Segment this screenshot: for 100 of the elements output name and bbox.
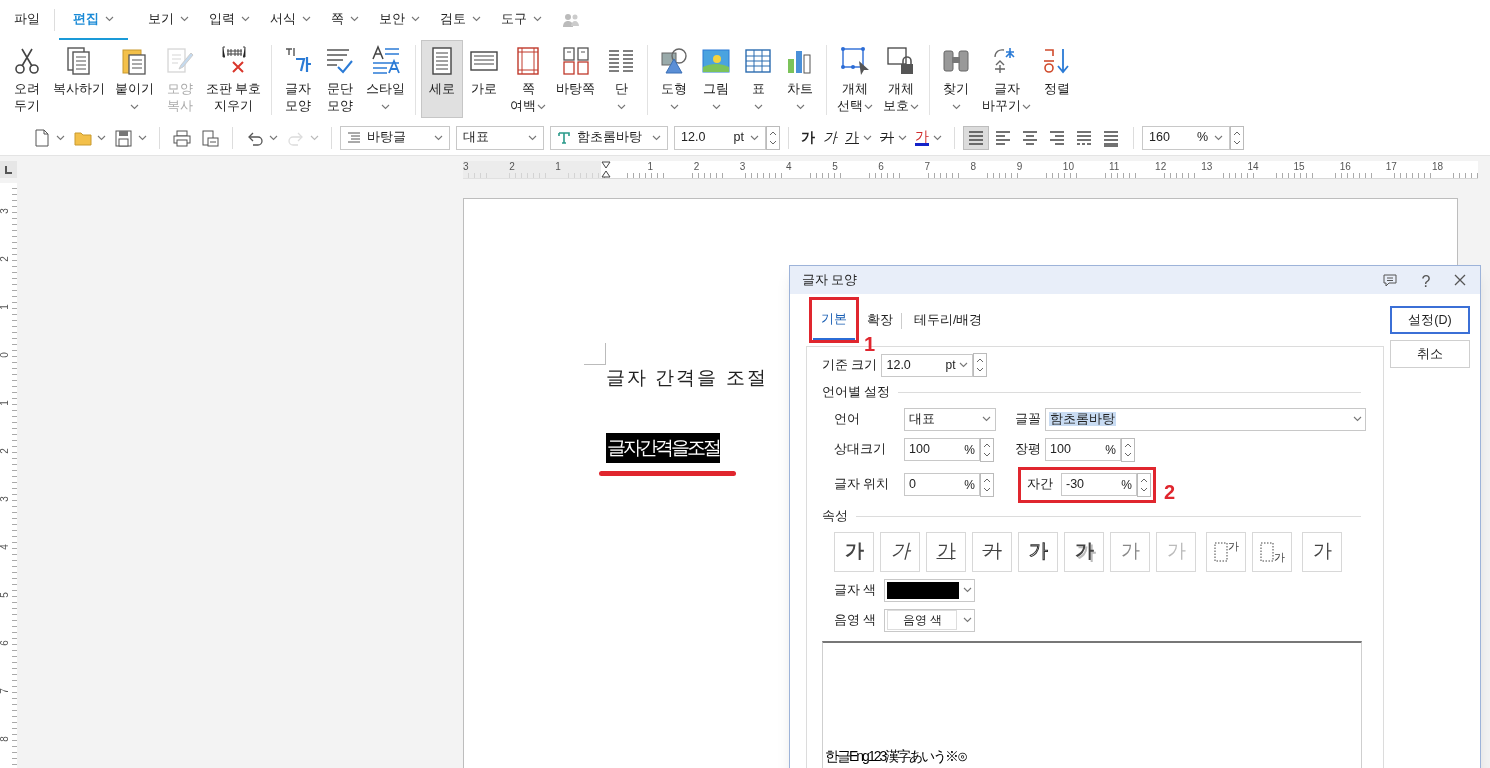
- ribbon-button[interactable]: 글자 바꾸기: [977, 40, 1037, 118]
- unit-label: %: [964, 476, 975, 494]
- menu-tab[interactable]: 서식: [270, 0, 311, 40]
- dialog-tab[interactable]: 테두리/배경: [906, 301, 991, 341]
- menu-tab[interactable]: 도구: [501, 0, 542, 40]
- section-header: 언어별 설정: [822, 384, 891, 401]
- font-dropdown[interactable]: 함초롬바탕: [1045, 407, 1366, 431]
- dialog-tab[interactable]: 기본: [813, 300, 855, 340]
- menu-tab[interactable]: 입력: [209, 0, 250, 40]
- people-icon: [562, 12, 580, 28]
- ribbon-button[interactable]: 그림: [695, 40, 738, 118]
- number-field[interactable]: 100 %: [1045, 438, 1121, 462]
- field-value: 100: [1050, 441, 1072, 459]
- dialog-button[interactable]: 취소: [1390, 340, 1470, 368]
- ribbon-button[interactable]: 정렬: [1036, 40, 1079, 118]
- attribute-button[interactable]: 가: [926, 531, 966, 572]
- attribute-button[interactable]: 가: [972, 531, 1012, 572]
- ruler-number: 5: [0, 592, 10, 598]
- ribbon-button[interactable]: 스타일: [361, 40, 411, 118]
- attribute-button[interactable]: 가: [1252, 531, 1292, 572]
- menu-tab[interactable]: 파일: [14, 0, 40, 40]
- format-button[interactable]: 가: [876, 124, 911, 151]
- ribbon-button[interactable]: 세로: [421, 40, 464, 118]
- ruler-number: 17: [1385, 160, 1397, 172]
- number-field[interactable]: -30 %: [1061, 473, 1137, 497]
- field-label: 장평: [1015, 441, 1042, 459]
- ruler-number: 6: [0, 640, 10, 646]
- chevron-down-icon: [1353, 416, 1362, 423]
- field-value: 함초롬바탕: [577, 129, 643, 147]
- close-icon: [1454, 274, 1466, 286]
- printer-icon: [172, 128, 192, 147]
- size-field[interactable]: 12.0 pt: [674, 125, 766, 150]
- field-label: 자간: [1027, 476, 1053, 494]
- number-field[interactable]: 100 %: [904, 438, 980, 462]
- format-button[interactable]: 가: [819, 124, 841, 151]
- unit-label: %: [964, 441, 975, 459]
- attribute-button[interactable]: 가: [1064, 531, 1104, 572]
- menu-tab[interactable]: 쪽: [331, 0, 359, 40]
- style-dropdown[interactable]: 바탕글: [340, 125, 450, 150]
- color-dropdown[interactable]: [884, 578, 976, 602]
- ribbon-button[interactable]: 개체 보호: [878, 40, 925, 118]
- ribbon-button[interactable]: 글자 모양: [277, 40, 320, 118]
- align-button[interactable]: [963, 125, 989, 150]
- menu-tab[interactable]: 보기: [148, 0, 189, 40]
- annotation-number: 2: [1164, 479, 1176, 505]
- ribbon-button[interactable]: 차트: [779, 40, 822, 118]
- language-dropdown[interactable]: 대표: [904, 407, 996, 431]
- help-button[interactable]: ?: [1416, 270, 1436, 290]
- field-value: 함초롬바탕: [1049, 410, 1117, 428]
- attribute-button[interactable]: 가: [834, 531, 874, 572]
- format-button[interactable]: 가: [911, 124, 946, 151]
- ruler-number: 18: [1431, 160, 1444, 172]
- zoom-field[interactable]: 160 %: [1142, 125, 1230, 150]
- ribbon-button[interactable]: 붙이기: [110, 40, 159, 118]
- number-field[interactable]: 0 %: [904, 473, 980, 497]
- master-page-icon: [560, 45, 592, 77]
- paragraph-lines-icon: [347, 131, 361, 144]
- ribbon-button[interactable]: 쪽 여백: [505, 40, 552, 118]
- ribbon-button[interactable]: 개체 선택: [832, 40, 879, 118]
- format-button[interactable]: 가: [841, 124, 876, 151]
- ribbon-button[interactable]: 표: [737, 40, 780, 118]
- field-label: 언어: [834, 410, 861, 428]
- ribbon-button[interactable]: 복사하기: [48, 40, 110, 118]
- ribbon-button[interactable]: 바탕쪽: [551, 40, 601, 118]
- attribute-button[interactable]: 가: [1110, 531, 1150, 572]
- ruler-number: 3: [0, 496, 10, 502]
- spinner-icon: [973, 353, 988, 377]
- new-document-icon: [32, 128, 52, 147]
- field-value: 대표: [909, 410, 936, 428]
- unit-label: %: [1121, 476, 1132, 494]
- menu-tab[interactable]: 보안: [379, 0, 420, 40]
- attribute-button[interactable]: 가: [880, 531, 920, 572]
- menu-tab[interactable]: 검토: [440, 0, 481, 40]
- language-dropdown[interactable]: 대표: [456, 125, 544, 150]
- attribute-button[interactable]: 가: [1206, 531, 1246, 572]
- ribbon-button[interactable]: 도형: [653, 40, 696, 118]
- ribbon-button[interactable]: 가로: [463, 40, 506, 118]
- unit-label: pt: [945, 357, 956, 374]
- ruler-number: 1: [0, 400, 10, 406]
- base-size-field[interactable]: 12.0 pt: [881, 353, 974, 377]
- field-value: 12.0: [681, 129, 707, 147]
- attribute-button[interactable]: 가: [1018, 531, 1058, 572]
- menu-tab[interactable]: 편집: [59, 0, 128, 40]
- ribbon-button[interactable]: 문단 모양: [319, 40, 362, 118]
- ruler-number: 0: [0, 352, 10, 358]
- chevron-down-icon: [528, 134, 537, 141]
- font-dropdown[interactable]: 함초롬바탕: [550, 125, 668, 150]
- shade-color-dropdown[interactable]: 음영 색: [884, 608, 976, 632]
- ribbon-button[interactable]: 찾기: [935, 40, 978, 118]
- attribute-button[interactable]: 가: [1302, 531, 1342, 572]
- format-button[interactable]: 가: [797, 124, 819, 151]
- ruler-number: 8: [0, 736, 10, 742]
- ruler-number: 2: [509, 160, 515, 172]
- ribbon-button[interactable]: 단: [600, 40, 643, 118]
- ruler-number: 11: [1108, 160, 1120, 172]
- ruler-number: 6: [878, 160, 884, 172]
- dialog-button[interactable]: 설정(D): [1390, 306, 1470, 334]
- justify-align-icon: [967, 128, 985, 147]
- ribbon-button[interactable]: 조판 부호 지우기: [201, 40, 267, 118]
- ribbon-button[interactable]: 오려 두기: [6, 40, 48, 118]
